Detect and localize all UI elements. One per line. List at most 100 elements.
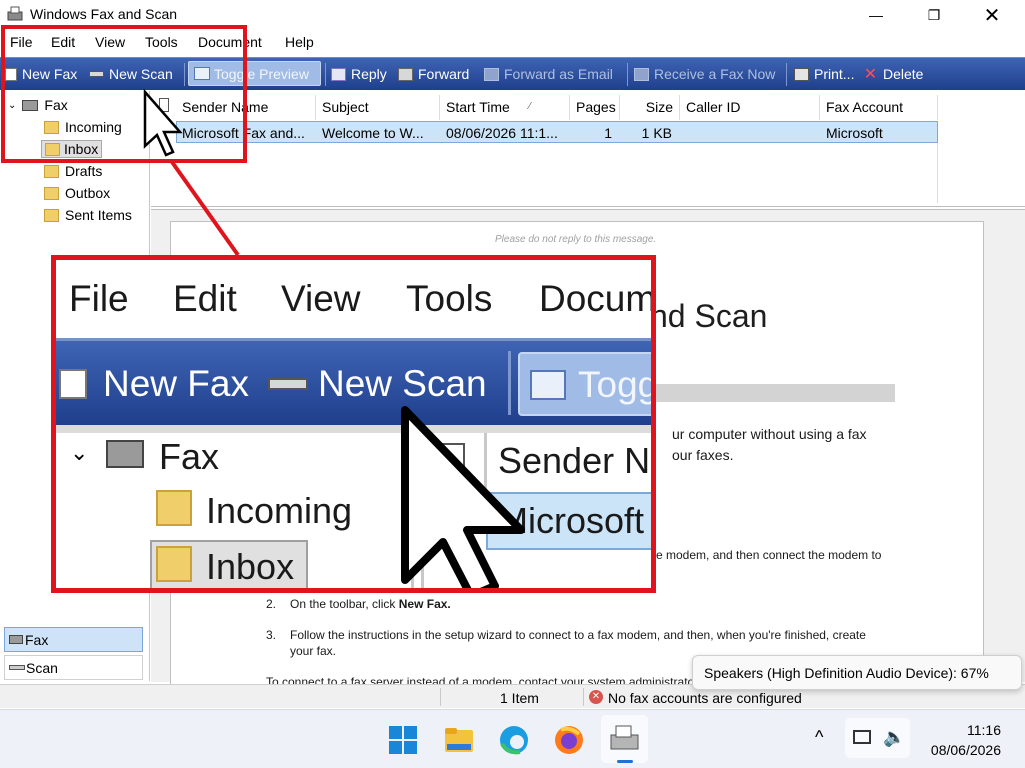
firefox-icon[interactable] <box>553 724 585 756</box>
edge-browser-icon[interactable] <box>498 724 530 756</box>
column-subject[interactable]: Subject <box>316 95 440 120</box>
preview-step: On the toolbar, click New Fax. <box>290 597 451 611</box>
outbox-folder-icon <box>44 186 59 200</box>
receive-fax-now-label: Receive a Fax Now <box>654 66 776 82</box>
printer-icon <box>794 67 809 81</box>
preview-text: ur computer without using a fax <box>672 426 867 442</box>
zoomed-toggle-preview-label: Toggle Preview <box>578 364 651 405</box>
tree-item-label: Drafts <box>65 163 103 179</box>
tree-item-label: Sent Items <box>65 207 132 223</box>
zoomed-tree-inbox: Inbox <box>206 546 295 587</box>
print-label: Print... <box>814 66 855 82</box>
file-explorer-icon[interactable] <box>443 724 475 756</box>
cell-fax-account: Microsoft <box>826 125 883 141</box>
zoomed-tree-fax: Fax <box>159 436 220 477</box>
taskbar: ^ 🔈 11:16 08/06/2026 <box>0 709 1025 768</box>
clock[interactable]: 11:16 08/06/2026 <box>931 720 1001 760</box>
column-size[interactable]: Size <box>620 95 680 120</box>
zoomed-chevron-down-icon: ⌄ <box>70 440 89 465</box>
preview-note: Please do not reply to this message. <box>495 234 657 245</box>
tree-item-label: Outbox <box>65 185 111 201</box>
system-tray-button[interactable]: 🔈 <box>845 718 910 758</box>
forward-button[interactable]: Forward <box>398 66 469 82</box>
nav-scan-label: Scan <box>26 659 58 676</box>
delete-icon: ✕ <box>863 65 878 83</box>
nav-fax-label: Fax <box>25 631 49 648</box>
windows-start-icon[interactable] <box>387 724 419 756</box>
receive-fax-icon <box>634 67 649 81</box>
print-button[interactable]: Print... <box>794 66 854 82</box>
scanner-icon <box>9 665 25 670</box>
zoomed-preview-icon <box>530 370 566 400</box>
highlight-box <box>1 25 247 163</box>
preview-text: your fax. <box>290 644 337 658</box>
nav-scan[interactable]: Scan <box>4 655 143 680</box>
clock-time: 11:16 <box>967 722 1001 738</box>
delete-button[interactable]: ✕ Delete <box>863 65 924 83</box>
fax-scan-taskbar-button[interactable] <box>601 715 648 763</box>
preview-text: Follow the instructions in the setup wiz… <box>290 628 866 642</box>
zoomed-toolbar: New Fax New Scan Toggle Preview <box>56 338 651 425</box>
zoomed-incoming-folder-icon <box>156 490 192 526</box>
column-pages[interactable]: Pages <box>570 95 620 120</box>
tree-item-outbox[interactable]: Outbox <box>44 185 110 201</box>
zoomed-tree-incoming: Incoming <box>206 490 353 531</box>
preview-step-number: 2. <box>266 597 277 611</box>
reply-label: Reply <box>351 66 387 82</box>
active-indicator <box>617 760 633 763</box>
clock-date: 08/06/2026 <box>930 742 1001 758</box>
close-icon: ✕ <box>983 4 1001 27</box>
zoomed-callout: File Edit View Tools Document New Fax Ne… <box>51 255 656 593</box>
zoomed-inbox-folder-icon <box>156 546 192 582</box>
delete-label: Delete <box>883 66 924 82</box>
forward-as-email-button[interactable]: Forward as Email <box>484 66 613 82</box>
window-title: Windows Fax and Scan <box>30 6 178 22</box>
fax-scan-app-icon <box>610 725 639 750</box>
message-list: Sender Name Subject Start Time Pages Siz… <box>151 91 1025 207</box>
volume-tooltip: Speakers (High Definition Audio Device):… <box>692 655 1022 690</box>
toolbar-separator <box>627 63 628 86</box>
cell-subject: Welcome to W... <box>322 125 424 141</box>
zoomed-menu-view: View <box>281 278 361 319</box>
status-separator <box>440 688 441 706</box>
minimize-icon: — <box>869 7 883 23</box>
preview-title: nd Scan <box>650 298 768 334</box>
email-icon <box>484 67 499 81</box>
drafts-folder-icon <box>44 164 59 178</box>
restore-button[interactable]: ❐ <box>905 0 963 30</box>
preview-text: e modem, and then connect the modem to <box>656 548 882 562</box>
reply-button[interactable]: Reply <box>331 66 387 82</box>
zoomed-new-scan-label: New Scan <box>318 363 487 404</box>
column-fax-account[interactable]: Fax Account <box>820 95 938 120</box>
zoomed-divider <box>56 425 651 433</box>
speaker-icon: 🔈 <box>883 727 906 747</box>
close-button[interactable]: ✕ <box>963 0 1021 30</box>
preview-text: our faxes. <box>672 447 734 463</box>
cell-size: 1 KB <box>641 125 672 141</box>
chevron-up-icon[interactable]: ^ <box>815 727 823 748</box>
status-item-count: 1 Item <box>500 690 539 706</box>
receive-fax-now-button[interactable]: Receive a Fax Now <box>634 66 775 82</box>
tree-item-sent-items[interactable]: Sent Items <box>44 207 132 223</box>
zoomed-mouse-cursor-icon <box>401 406 525 588</box>
nav-fax[interactable]: Fax <box>4 627 143 652</box>
toolbar-separator <box>786 63 787 86</box>
forward-as-email-label: Forward as Email <box>504 66 613 82</box>
fax-icon <box>9 635 23 644</box>
preview-step-number: 3. <box>266 628 277 642</box>
sent-items-folder-icon <box>44 208 59 222</box>
tree-item-drafts[interactable]: Drafts <box>44 163 102 179</box>
menu-help[interactable]: Help <box>285 34 314 50</box>
network-icon <box>853 730 871 744</box>
zoomed-menu-tools: Tools <box>406 278 493 319</box>
zoomed-new-fax-icon <box>59 369 87 399</box>
column-caller-id[interactable]: Caller ID <box>680 95 820 120</box>
zoomed-menu-file: File <box>69 278 129 319</box>
column-start-time[interactable]: Start Time <box>440 95 570 120</box>
error-icon: ✕ <box>589 690 603 704</box>
zoomed-new-fax-label: New Fax <box>103 363 249 404</box>
forward-label: Forward <box>418 66 470 82</box>
zoomed-menu-edit: Edit <box>173 278 237 319</box>
minimize-button[interactable]: — <box>847 0 905 30</box>
column-divider <box>937 143 938 203</box>
